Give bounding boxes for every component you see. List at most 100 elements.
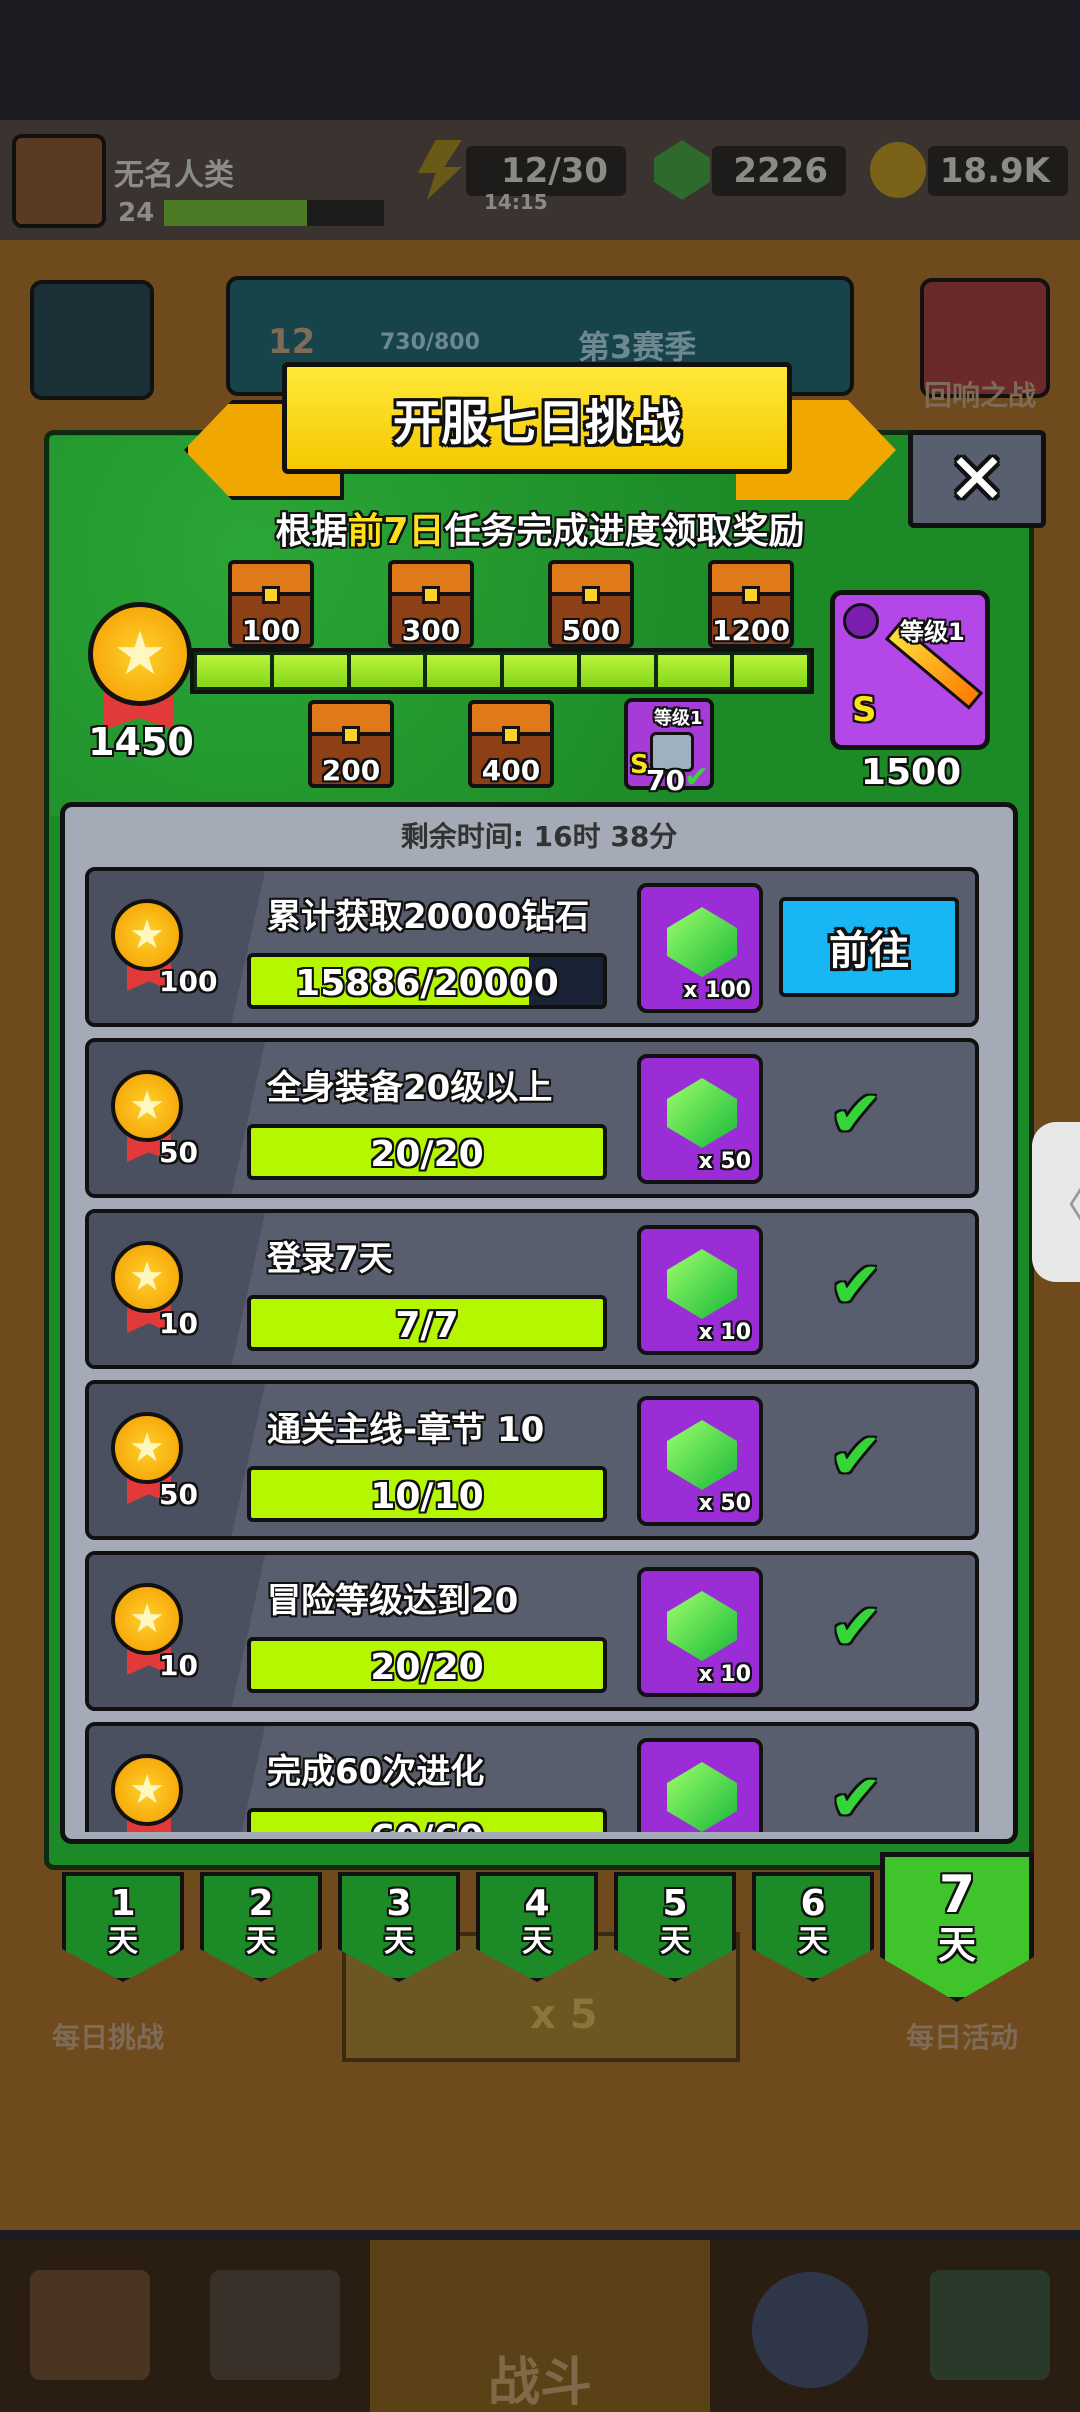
day-tab-unit: 天 <box>246 1924 276 1959</box>
star-icon: ★ <box>111 1070 183 1142</box>
task-progress-bar: 20/20 <box>247 1124 607 1180</box>
day-tab-number: 3 <box>386 1883 412 1924</box>
task-progress-text: 15886/20000 <box>295 963 559 1004</box>
gem-icon <box>667 907 737 977</box>
task-points: 100 <box>159 965 218 998</box>
task-row: ★ 50 通关主线-章节 10 10/10 x 50 ✔ <box>85 1380 979 1540</box>
current-score: 1450 <box>88 720 194 764</box>
gem-reward-qty: x 10 <box>698 1662 751 1687</box>
daily-event-label[interactable]: 每日活动 <box>906 2016 1018 2056</box>
menu-icon[interactable] <box>30 280 154 400</box>
gem-icon <box>667 1762 737 1832</box>
gem-reward-qty: x 10 <box>698 1320 751 1345</box>
gear-reward-level: 等级1 <box>654 708 703 729</box>
gem-reward: x 10 <box>637 1225 763 1355</box>
milestone-label: 200 <box>321 754 381 787</box>
star-icon: ★ <box>111 1241 183 1313</box>
player-xp-bar <box>164 200 384 226</box>
side-drawer-handle[interactable]: 〈 <box>1032 1122 1080 1282</box>
player-level: 24 <box>118 198 155 228</box>
task-progress-bar: 60/60 <box>247 1808 607 1832</box>
day-tab-unit: 天 <box>384 1924 414 1959</box>
energy-timer: 14:15 <box>484 190 548 214</box>
grand-reward-level: 等级1 <box>900 618 965 646</box>
day-tab-number: 7 <box>938 1865 976 1925</box>
grand-reward-value: 1500 <box>860 752 962 793</box>
day-tab-unit: 天 <box>522 1924 552 1959</box>
milestone-progress-bar <box>190 648 814 694</box>
nav-battle-label: 战斗 <box>488 2353 593 2412</box>
energy-value: 12/30 <box>466 146 626 196</box>
milestone-label: 1200 <box>712 614 790 647</box>
day-tab-number: 1 <box>110 1883 136 1924</box>
task-title: 通关主线-章节 10 <box>267 1410 545 1450</box>
gem-icon <box>667 1078 737 1148</box>
star-icon: ★ <box>111 1754 183 1826</box>
gem-icon <box>667 1249 737 1319</box>
task-panel: 剩余时间: 16时 38分 ★ 100 累计获取20000钻石 15886/20000… <box>60 802 1018 1844</box>
task-progress-text: 10/10 <box>370 1476 484 1517</box>
gem-reward-qty: x 100 <box>683 978 751 1003</box>
day-tab-number: 6 <box>800 1883 826 1924</box>
checkmark-icon: ✔ <box>829 1078 883 1152</box>
task-title: 全身装备20级以上 <box>267 1068 553 1108</box>
task-points: 10 <box>159 1307 198 1340</box>
coin-balance: 18.9K <box>928 146 1068 196</box>
nav-shop-icon[interactable] <box>30 2270 150 2380</box>
echo-battle-label: 回响之战 <box>924 379 1037 412</box>
time-remaining: 剩余时间: 16时 38分 <box>400 820 678 853</box>
gem-icon <box>667 1591 737 1661</box>
task-progress-text: 7/7 <box>395 1305 459 1346</box>
avatar[interactable] <box>12 134 106 228</box>
go-button[interactable]: 前往 <box>779 897 959 997</box>
milestone-label: 300 <box>401 614 461 647</box>
subtitle-highlight: 前7日 <box>347 511 445 552</box>
task-title: 累计获取20000钻石 <box>267 897 590 937</box>
task-row: ★ 100 累计获取20000钻石 15886/20000 x 100 前往 <box>85 867 979 1027</box>
task-progress-text: 60/60 <box>251 1818 603 1832</box>
star-icon: ★ <box>111 1583 183 1655</box>
day-tab-number: 5 <box>662 1883 688 1924</box>
checkmark-icon: ✔ <box>829 1420 883 1494</box>
grand-reward-grade: S <box>852 690 877 730</box>
task-progress-bar: 15886/20000 <box>247 953 607 1009</box>
day-tab-unit: 天 <box>660 1924 690 1959</box>
task-progress-bar: 10/10 <box>247 1466 607 1522</box>
milestone-label: 500 <box>561 614 621 647</box>
task-progress-text: 20/20 <box>370 1647 484 1688</box>
nav-weapon-icon[interactable] <box>210 2270 340 2380</box>
season-xp: 730/800 <box>380 330 480 355</box>
day-tab-number: 2 <box>248 1883 274 1924</box>
task-title: 完成60次进化 <box>267 1752 485 1792</box>
day-tab-number: 4 <box>524 1883 550 1924</box>
claimed-check-icon: ✔ <box>684 760 710 795</box>
nav-evolve-icon[interactable] <box>930 2270 1050 2380</box>
modal-subtitle: 根据前7日任务完成进度领取奖励 <box>0 502 1080 554</box>
gem-reward-qty: x 50 <box>698 1149 751 1174</box>
task-row: ★ 完成60次进化 60/60 ✔ <box>85 1722 979 1832</box>
chevron-left-icon: 〈 <box>1046 1173 1080 1231</box>
modal-title: 开服七日挑战 <box>282 362 792 474</box>
task-progress-bar: 20/20 <box>247 1637 607 1693</box>
task-progress-bar: 7/7 <box>247 1295 607 1351</box>
reward-tag-icon <box>843 603 879 639</box>
center-mode-count: x 5 <box>530 1992 598 2038</box>
task-list[interactable]: ★ 100 累计获取20000钻石 15886/20000 x 100 前往 ★ 50 全身装备… <box>85 867 993 1832</box>
coin-icon[interactable] <box>870 142 926 198</box>
star-icon: ★ <box>88 602 192 706</box>
task-title: 冒险等级达到20 <box>267 1581 519 1621</box>
gear-reward-value: 70 <box>646 764 685 797</box>
task-points: 10 <box>159 1649 198 1682</box>
gem-reward: x 100 <box>637 883 763 1013</box>
gem-icon <box>667 1420 737 1490</box>
checkmark-icon: ✔ <box>829 1249 883 1323</box>
checkmark-icon: ✔ <box>829 1591 883 1665</box>
gem-reward <box>637 1738 763 1832</box>
nav-talent-icon[interactable] <box>752 2272 868 2388</box>
task-title: 登录7天 <box>267 1239 393 1279</box>
daily-challenge-label[interactable]: 每日挑战 <box>52 2016 164 2056</box>
subtitle-suffix: 任务完成进度领取奖励 <box>444 511 805 552</box>
task-row: ★ 10 登录7天 7/7 x 10 ✔ <box>85 1209 979 1369</box>
star-icon: ★ <box>111 1412 183 1484</box>
task-row: ★ 10 冒险等级达到20 20/20 x 10 ✔ <box>85 1551 979 1711</box>
